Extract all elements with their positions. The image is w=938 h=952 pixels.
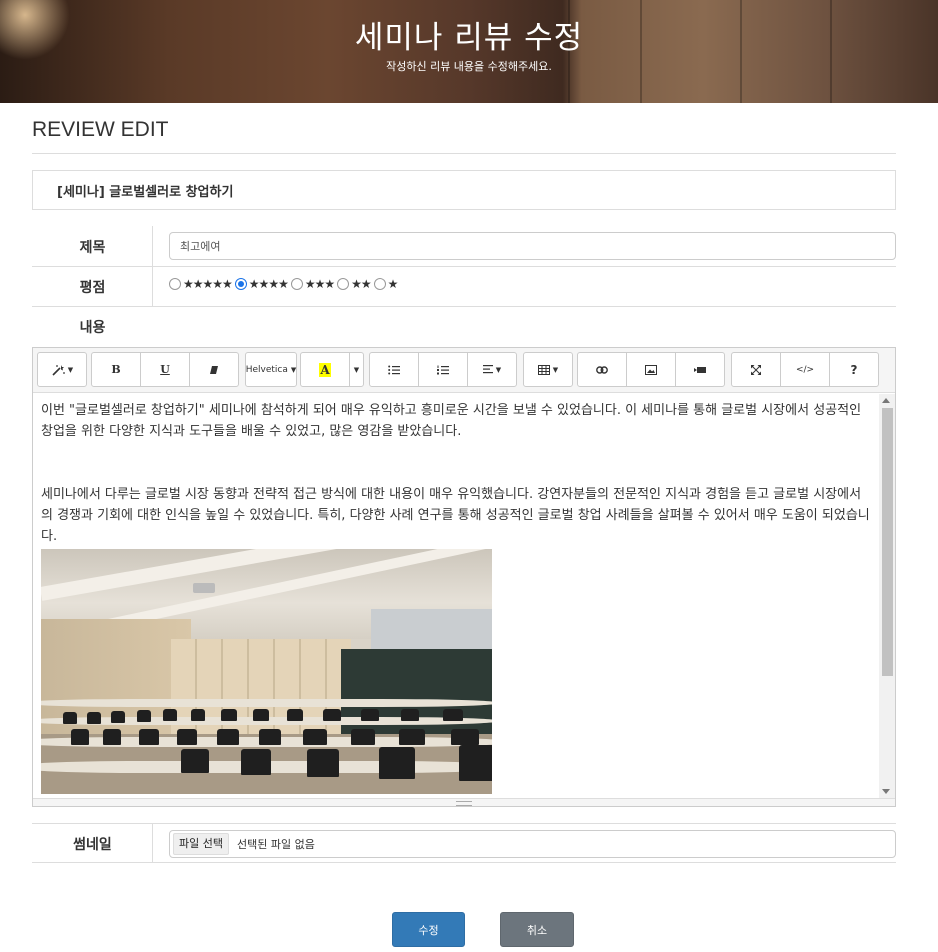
rating-radio-group: ★★★★★ ★★★★ ★★★ ★★ ★ <box>169 277 400 291</box>
heading-divider <box>32 153 896 154</box>
table-dropdown-button[interactable]: ▼ <box>523 352 573 387</box>
text-color-dropdown[interactable]: ▼ <box>349 352 364 387</box>
eraser-icon <box>210 365 218 374</box>
page-title: REVIEW EDIT <box>32 118 169 141</box>
title-input[interactable] <box>169 232 896 260</box>
editor-toolbar: ▼ B U Helvetica ▼ A ▼ ▼ ▼ </> ? <box>33 348 895 393</box>
page-banner: 세미나 리뷰 수정 작성하신 리뷰 내용을 수정해주세요. <box>0 0 938 103</box>
align-left-icon <box>482 365 493 374</box>
rating-stars-3: ★★★ <box>304 277 335 291</box>
magic-wand-icon <box>52 364 65 376</box>
rating-stars-2: ★★ <box>351 277 371 291</box>
table-icon <box>537 364 550 375</box>
ordered-list-button[interactable] <box>418 352 468 387</box>
seminar-name: [세미나] 글로벌셀러로 창업하기 <box>57 185 234 200</box>
editor-resize-handle[interactable] <box>33 798 895 806</box>
numbered-list-icon <box>437 365 449 374</box>
rating-radio-1[interactable] <box>373 278 386 290</box>
paragraph-align-dropdown[interactable]: ▼ <box>467 352 517 387</box>
insert-video-button[interactable] <box>675 352 725 387</box>
clear-format-button[interactable] <box>189 352 239 387</box>
style-dropdown-button[interactable]: ▼ <box>37 352 87 387</box>
text-color-button[interactable]: A <box>300 352 350 387</box>
color-letter-icon: A <box>319 362 331 377</box>
choose-file-button[interactable]: 파일 선택 <box>173 833 229 855</box>
rating-radio-4[interactable] <box>234 278 247 290</box>
bold-button[interactable]: B <box>91 352 141 387</box>
thumbnail-row: 썸네일 파일 선택 선택된 파일 없음 <box>32 823 896 863</box>
rating-label: 평점 <box>79 280 106 296</box>
banner-title: 세미나 리뷰 수정 <box>354 20 584 56</box>
banner-subtitle: 작성하신 리뷰 내용을 수정해주세요. <box>386 60 552 73</box>
submit-edit-button[interactable]: 수정 <box>392 912 465 947</box>
editor-content[interactable]: 이번 "글로벌셀러로 창업하기" 세미나에 참석하게 되어 매우 유익하고 흥미… <box>33 394 879 798</box>
rich-text-editor: ▼ B U Helvetica ▼ A ▼ ▼ ▼ </> ? 이번 "글로벌셀… <box>32 347 896 807</box>
rating-option-2[interactable]: ★★ <box>337 277 372 291</box>
link-icon <box>596 365 608 374</box>
file-status-text: 선택된 파일 없음 <box>236 838 315 851</box>
editor-scrollbar[interactable] <box>879 394 895 798</box>
review-paragraph-1: 이번 "글로벌셀러로 창업하기" 세미나에 참석하게 되어 매우 유익하고 흥미… <box>41 403 862 439</box>
lecture-hall-image[interactable] <box>41 549 492 794</box>
rating-radio-3[interactable] <box>290 278 303 290</box>
rating-option-3[interactable]: ★★★ <box>290 277 335 291</box>
insert-link-button[interactable] <box>577 352 627 387</box>
bullet-list-icon <box>388 365 400 374</box>
picture-icon <box>645 364 657 375</box>
rating-stars-4: ★★★★ <box>248 277 289 291</box>
review-paragraph-2: 세미나에서 다루는 글로벌 시장 동향과 전략적 접근 방식에 대한 내용이 매… <box>41 487 870 544</box>
rating-stars-5: ★★★★★ <box>183 277 233 291</box>
scroll-down-arrow-icon[interactable] <box>882 789 890 794</box>
rating-option-4[interactable]: ★★★★ <box>234 277 289 291</box>
font-family-value: Helvetica <box>245 364 288 375</box>
rating-radio-5[interactable] <box>169 278 181 290</box>
underline-button[interactable]: U <box>140 352 190 387</box>
unordered-list-button[interactable] <box>369 352 419 387</box>
code-view-button[interactable]: </> <box>780 352 830 387</box>
font-family-dropdown[interactable]: Helvetica ▼ <box>245 352 297 387</box>
rating-option-5[interactable]: ★★★★★ <box>169 277 233 291</box>
rating-row: 평점 ★★★★★ ★★★★ ★★★ ★★ ★ <box>32 267 896 307</box>
fullscreen-button[interactable] <box>731 352 781 387</box>
content-label: 내용 <box>79 320 106 336</box>
fullscreen-icon <box>751 364 761 375</box>
cancel-button[interactable]: 취소 <box>500 912 574 947</box>
scroll-up-arrow-icon[interactable] <box>882 398 890 403</box>
video-icon <box>694 366 706 373</box>
help-button[interactable]: ? <box>829 352 879 387</box>
insert-image-button[interactable] <box>626 352 676 387</box>
scrollbar-thumb[interactable] <box>882 408 893 676</box>
title-row: 제목 <box>32 226 896 267</box>
rating-option-1[interactable]: ★ <box>373 277 399 291</box>
title-label: 제목 <box>79 240 106 256</box>
thumbnail-label: 썸네일 <box>73 837 112 853</box>
rating-radio-2[interactable] <box>337 278 350 290</box>
thumbnail-file-input[interactable]: 파일 선택 선택된 파일 없음 <box>169 830 896 858</box>
rating-stars-1: ★ <box>387 277 399 291</box>
seminar-info-box: [세미나] 글로벌셀러로 창업하기 <box>32 170 896 210</box>
